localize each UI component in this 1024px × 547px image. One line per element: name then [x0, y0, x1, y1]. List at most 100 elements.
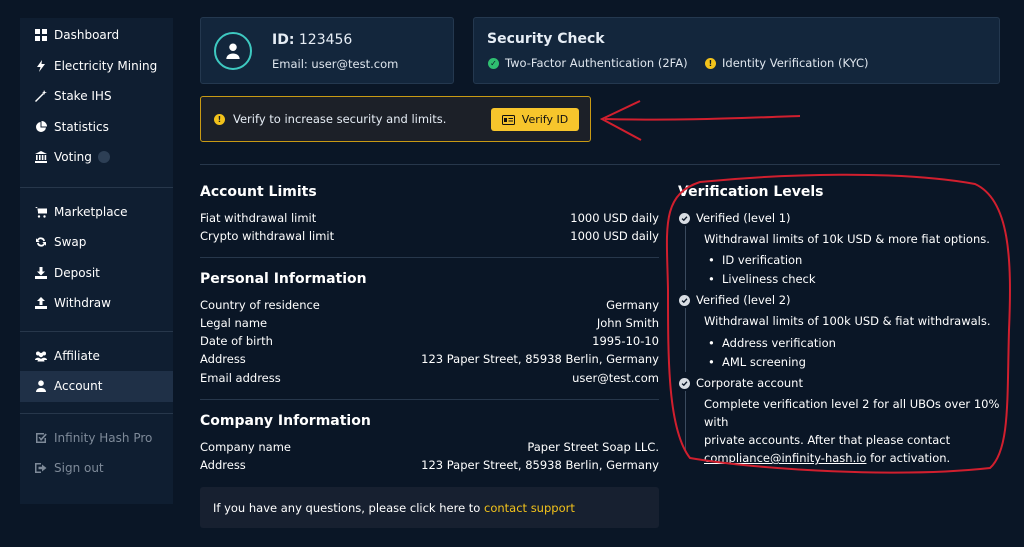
cart-icon: [34, 205, 48, 219]
info-value: 123 Paper Street, 85938 Berlin, Germany: [421, 458, 659, 472]
level-connector: [685, 308, 686, 372]
sidebar-item-label: Account: [54, 379, 103, 394]
info-value: 1995-10-10: [592, 334, 659, 348]
sidebar-item-sign-out[interactable]: Sign out: [20, 453, 173, 484]
corporate-line-2: private accounts. After that please cont…: [704, 433, 951, 447]
sidebar-item-voting[interactable]: Voting: [20, 142, 173, 173]
wand-icon: [34, 89, 48, 103]
verify-banner: ! Verify to increase security and limits…: [200, 96, 591, 142]
sidebar-item-label: Withdraw: [54, 296, 111, 311]
divider: [200, 399, 659, 400]
sidebar-divider: [20, 330, 173, 332]
sidebar-divider: [20, 412, 173, 414]
info-value: 123 Paper Street, 85938 Berlin, Germany: [421, 352, 659, 366]
verify-banner-message: Verify to increase security and limits.: [233, 112, 447, 126]
security-check-title: Security Check: [487, 31, 605, 47]
download-icon: [34, 266, 48, 280]
sidebar-item-label: Stake IHS: [54, 89, 112, 104]
sidebar-item-marketplace[interactable]: Marketplace: [20, 197, 173, 228]
company-info-title: Company Information: [200, 413, 371, 429]
level2-description: Withdrawal limits of 100k USD & fiat wit…: [704, 314, 991, 328]
voting-status-dot: [97, 151, 110, 164]
info-value: Germany: [606, 298, 659, 312]
info-label: Company name: [200, 440, 291, 454]
avatar: [214, 32, 252, 70]
level-heading-label: Verified (level 1): [696, 211, 791, 225]
corporate-line-1: Complete verification level 2 for all UB…: [704, 397, 1000, 429]
verify-id-button[interactable]: Verify ID: [491, 108, 579, 131]
sidebar-divider: [20, 186, 173, 188]
info-value: user@test.com: [572, 371, 659, 385]
personal-row-email: Email address user@test.com: [200, 371, 659, 385]
sidebar-item-label: Dashboard: [54, 28, 120, 43]
personal-row-name: Legal name John Smith: [200, 316, 659, 330]
info-value: John Smith: [596, 316, 659, 330]
checkbox-icon: [34, 431, 48, 445]
list-item: ID verification: [708, 253, 802, 267]
warning-icon: !: [705, 57, 716, 69]
level-connector: [685, 391, 686, 451]
divider: [200, 164, 1000, 165]
info-value: Paper Street Soap LLC.: [527, 440, 659, 454]
level-heading-label: Corporate account: [696, 376, 803, 390]
user-id-value: 123456: [298, 32, 353, 48]
support-box: If you have any questions, please click …: [200, 487, 659, 528]
dashboard-icon: [34, 28, 48, 42]
company-row-name: Company name Paper Street Soap LLC.: [200, 440, 659, 454]
personal-row-dob: Date of birth 1995-10-10: [200, 334, 659, 348]
contact-support-link[interactable]: contact support: [484, 501, 575, 515]
list-item: Liveliness check: [708, 272, 816, 286]
sidebar-item-dashboard[interactable]: Dashboard: [20, 20, 173, 51]
id-card-icon: [501, 114, 515, 125]
sidebar-item-label: Swap: [54, 235, 87, 250]
pie-chart-icon: [34, 120, 48, 134]
check-circle-icon: ✓: [488, 57, 499, 69]
divider: [200, 257, 659, 258]
verify-id-label: Verify ID: [521, 113, 569, 126]
sidebar-group-user: Affiliate Account: [20, 341, 173, 402]
personal-info-title: Personal Information: [200, 271, 367, 287]
sidebar-item-label: Affiliate: [54, 348, 100, 363]
warning-icon: !: [214, 114, 225, 125]
sidebar-item-withdraw[interactable]: Withdraw: [20, 288, 173, 319]
annotation-arrow-head: [599, 100, 642, 141]
upload-icon: [34, 296, 48, 310]
info-label: Legal name: [200, 316, 268, 330]
sidebar-item-affiliate[interactable]: Affiliate: [20, 341, 173, 372]
check-circle-icon: [679, 377, 690, 389]
level1-description: Withdrawal limits of 10k USD & more fiat…: [704, 232, 990, 246]
sidebar-item-label: Statistics: [54, 119, 109, 134]
users-icon: [34, 349, 48, 363]
sidebar-item-deposit[interactable]: Deposit: [20, 258, 173, 289]
sidebar-item-label: Electricity Mining: [54, 58, 158, 73]
verification-levels-title: Verification Levels: [678, 184, 824, 200]
sidebar-item-swap[interactable]: Swap: [20, 227, 173, 258]
profile-card: ID: 123456 Email: user@test.com: [200, 17, 454, 84]
security-item-2fa: ✓ Two-Factor Authentication (2FA): [488, 56, 688, 70]
info-label: Address: [200, 352, 246, 366]
corporate-line-3: compliance@infinity-hash.io for activati…: [704, 449, 1024, 467]
user-id: ID: 123456: [272, 32, 352, 48]
info-label: Date of birth: [200, 334, 273, 348]
sidebar-item-infinity-hash-pro[interactable]: Infinity Hash Pro: [20, 423, 173, 454]
limit-label: Crypto withdrawal limit: [200, 229, 335, 243]
level-heading-label: Verified (level 2): [696, 293, 791, 307]
compliance-email-link[interactable]: compliance@infinity-hash.io: [704, 451, 866, 465]
personal-row-address: Address 123 Paper Street, 85938 Berlin, …: [200, 352, 659, 366]
bolt-icon: [34, 59, 48, 73]
limit-row-crypto: Crypto withdrawal limit 1000 USD daily: [200, 229, 659, 243]
limit-label: Fiat withdrawal limit: [200, 211, 317, 225]
level-connector: [685, 226, 686, 290]
corporate-heading: Corporate account: [679, 376, 803, 390]
sidebar-item-label: Sign out: [54, 461, 104, 476]
sidebar-group-extra: Infinity Hash Pro Sign out: [20, 423, 173, 484]
sidebar-item-statistics[interactable]: Statistics: [20, 112, 173, 143]
sidebar-item-account[interactable]: Account: [20, 371, 173, 402]
sidebar-group-main: Dashboard Electricity Mining Stake IHS S…: [20, 18, 173, 173]
sidebar-item-stake-ihs[interactable]: Stake IHS: [20, 81, 173, 112]
security-check-card: Security Check ✓ Two-Factor Authenticati…: [473, 17, 1000, 84]
user-icon: [226, 43, 240, 59]
sidebar-item-electricity-mining[interactable]: Electricity Mining: [20, 51, 173, 82]
security-item-label: Two-Factor Authentication (2FA): [505, 56, 688, 70]
sidebar-item-label: Infinity Hash Pro: [54, 430, 153, 445]
